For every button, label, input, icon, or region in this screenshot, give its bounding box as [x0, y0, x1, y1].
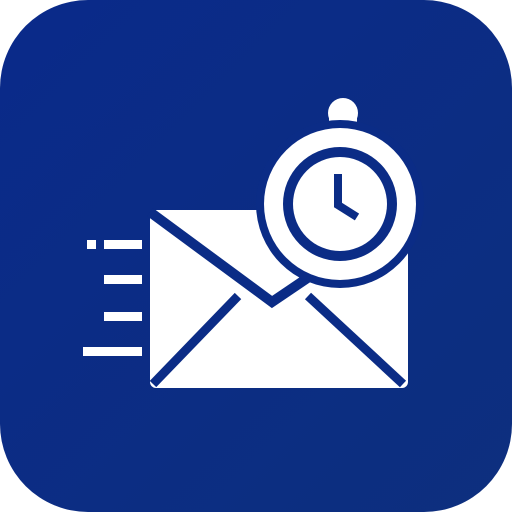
app-icon-graphic — [0, 0, 512, 512]
speed-line — [104, 312, 142, 321]
speed-line — [87, 240, 96, 249]
timed-email-app-icon[interactable] — [0, 0, 512, 512]
speed-line — [104, 275, 142, 284]
speed-line — [83, 347, 142, 356]
speed-line — [104, 240, 142, 249]
